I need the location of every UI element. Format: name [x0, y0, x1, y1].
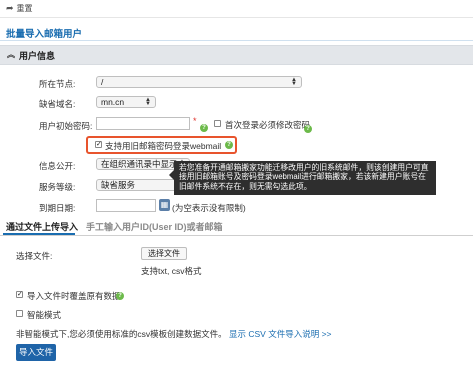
help-icon[interactable]: ?: [225, 141, 233, 149]
tooltip-pointer: [169, 170, 174, 180]
smart-mode-label: 智能模式: [27, 310, 62, 320]
format-hint: 支持txt, csv格式: [141, 266, 202, 276]
csv-help-link[interactable]: 显示 CSV 文件导入说明 >>: [229, 329, 332, 339]
first-login-checkbox[interactable]: [214, 120, 221, 127]
tab-manual-input[interactable]: 手工输入用户ID(User ID)或者邮箱: [86, 220, 223, 233]
tab-file-upload[interactable]: 通过文件上传导入: [6, 220, 78, 233]
select-caret-icon: ▲▼: [291, 77, 297, 87]
help-icon[interactable]: ?: [200, 124, 208, 132]
back-arrow-icon: ➦: [6, 3, 14, 13]
required-mark: *: [193, 116, 197, 126]
public-label: 信息公开:: [39, 161, 76, 171]
webmail-checkbox[interactable]: [95, 141, 102, 148]
password-input[interactable]: [96, 117, 190, 130]
service-label: 服务等级:: [39, 182, 76, 192]
section-header[interactable]: ︽ 用户信息: [0, 45, 473, 65]
domain-label: 缺省域名:: [39, 99, 76, 109]
active-tab-indicator: [3, 233, 75, 235]
public-value: 在组织通讯录中显示: [101, 159, 178, 169]
expire-label: 到期日期:: [39, 203, 76, 213]
section-title: 用户信息: [19, 51, 56, 61]
expire-date-input[interactable]: [96, 199, 156, 212]
chevron-up-icon: ︽: [7, 50, 15, 59]
domain-select[interactable]: mn.cn ▲ ▼: [96, 96, 156, 108]
choose-file-button[interactable]: 选择文件: [141, 247, 187, 260]
page-title: 批量导入邮箱用户: [6, 29, 83, 40]
select-caret-icon: ▲▼: [145, 97, 151, 107]
title-divider: [0, 40, 473, 41]
node-value: /: [101, 77, 104, 87]
calendar-icon[interactable]: ▦: [159, 199, 170, 211]
smart-mode-checkbox[interactable]: [16, 310, 23, 317]
domain-value: mn.cn: [101, 97, 125, 107]
service-value: 缺省服务: [101, 180, 136, 190]
webmail-tooltip: 若您准备开通邮箱搬家功能迁移改用户的旧系统邮件，则该创建用户可直接用旧邮箱账号及…: [169, 161, 436, 195]
import-file-button[interactable]: 导入文件: [16, 344, 56, 361]
help-icon[interactable]: ?: [116, 292, 124, 300]
top-toolbar: [0, 0, 473, 18]
help-icon[interactable]: ?: [304, 125, 312, 133]
node-select[interactable]: / ▲ ▼: [96, 76, 302, 88]
file-label: 选择文件:: [16, 251, 53, 261]
first-login-label: 首次登录必须修改密码: [225, 120, 311, 130]
expire-hint: (为空表示没有限制): [172, 203, 246, 213]
node-label: 所在节点:: [39, 79, 76, 89]
webmail-label: 支持用旧邮箱密码登录webmail: [105, 141, 222, 151]
overwrite-label: 导入文件时覆盖原有数据: [27, 291, 121, 301]
reset-label: 重置: [16, 4, 33, 13]
import-note-text: 非智能模式下,您必须使用标准的csv模板创建数据文件。: [16, 329, 227, 339]
import-note: 非智能模式下,您必须使用标准的csv模板创建数据文件。 显示 CSV 文件导入说…: [16, 328, 332, 340]
reset-button[interactable]: ➦ 重置: [6, 3, 33, 14]
overwrite-checkbox[interactable]: [16, 291, 23, 298]
tooltip-text: 若您准备开通邮箱搬家功能迁移改用户的旧系统邮件，则该创建用户可直接用旧邮箱账号及…: [179, 163, 429, 191]
password-label: 用户初始密码:: [39, 121, 93, 131]
